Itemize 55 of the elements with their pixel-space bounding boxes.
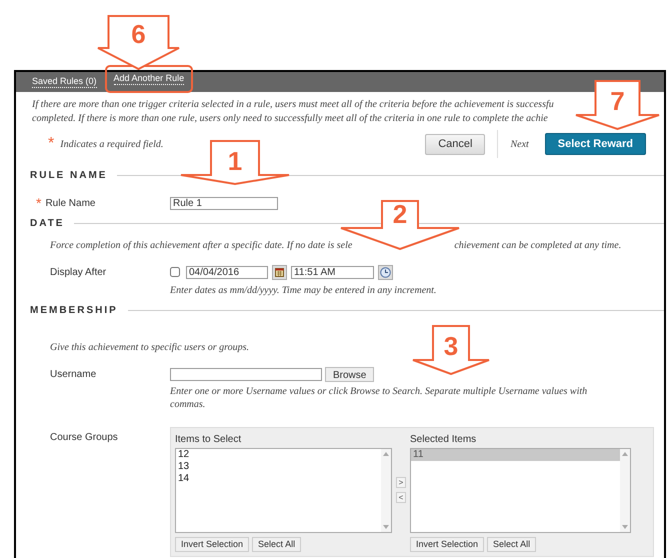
- scroll-down-icon[interactable]: [622, 524, 628, 528]
- field-label: Rule Name: [45, 196, 96, 211]
- list-title: Selected Items: [410, 432, 478, 446]
- rule-name-field[interactable]: Rule 1: [170, 197, 278, 210]
- instruction-text: If there are more than one trigger criteria selected in a rule, users must meet all of the criteria before the achievement is successfu: [32, 98, 554, 112]
- list-option[interactable]: 11: [411, 448, 620, 460]
- cancel-button[interactable]: Cancel: [425, 134, 486, 154]
- section-heading: MEMBERSHIP: [30, 304, 118, 318]
- clock-icon[interactable]: [378, 264, 393, 280]
- callout-number: 1: [228, 146, 242, 176]
- help-text: Force completion of this achievement after a specific date. If no date is sele: [50, 238, 352, 252]
- callout-number: 7: [610, 86, 625, 116]
- required-marker: *: [48, 136, 54, 152]
- list-option[interactable]: 12: [176, 448, 381, 460]
- list-button[interactable]: Select All: [252, 536, 302, 552]
- list-button[interactable]: Invert Selection: [410, 536, 484, 552]
- scrollbar[interactable]: [381, 448, 391, 532]
- section-heading: DATE: [30, 216, 64, 230]
- field-label: Course Groups: [50, 432, 118, 442]
- help-text: chievement can be completed at any time.: [454, 238, 622, 252]
- scroll-up-icon[interactable]: [622, 452, 628, 456]
- section-heading: RULE NAME: [30, 169, 108, 183]
- date-field[interactable]: 04/04/2016: [186, 266, 268, 278]
- listbox[interactable]: 11: [410, 448, 631, 532]
- username-field[interactable]: [170, 368, 322, 380]
- instruction-text: completed. If there is more than one rule, users only need to successfully meet all of the criteria in one rule to complete the achie: [32, 112, 548, 126]
- calendar-icon[interactable]: [272, 264, 287, 280]
- callout-number: 6: [131, 19, 146, 49]
- next-label: Next: [510, 138, 529, 152]
- required-marker: *: [36, 196, 42, 210]
- list-title: Items to Select: [175, 432, 242, 446]
- scroll-down-icon[interactable]: [383, 524, 389, 528]
- move-left-button[interactable]: <: [396, 492, 406, 503]
- help-text: Enter one or more Username values or click Browse to Search. Separate multiple Username values with commas.: [170, 384, 588, 410]
- field-label: Username: [50, 368, 96, 382]
- time-field[interactable]: 11:51 AM: [291, 266, 374, 278]
- list-button[interactable]: Invert Selection: [175, 536, 250, 552]
- select-reward-button[interactable]: Select Reward: [544, 133, 646, 155]
- list-option[interactable]: 13: [176, 460, 381, 472]
- callout-number: 3: [444, 331, 458, 361]
- scroll-up-icon[interactable]: [383, 452, 389, 456]
- scrollbar[interactable]: [620, 448, 630, 532]
- move-right-button[interactable]: >: [396, 477, 406, 488]
- callout-number: 2: [392, 200, 408, 229]
- listbox[interactable]: 12 13 14: [175, 448, 392, 532]
- list-option[interactable]: 14: [176, 472, 381, 484]
- list-button[interactable]: Select All: [487, 536, 536, 552]
- tab-link[interactable]: Saved Rules (0): [32, 76, 97, 88]
- field-label: Display After: [50, 266, 106, 280]
- tab-link[interactable]: Add Another Rule: [114, 72, 184, 84]
- checkbox[interactable]: [170, 267, 180, 277]
- browse-button[interactable]: Browse: [325, 366, 374, 382]
- required-note: Indicates a required field.: [60, 138, 164, 152]
- help-text: Give this achievement to specific users or groups.: [50, 340, 250, 354]
- help-text: Enter dates as mm/dd/yyyy. Time may be entered in any increment.: [170, 284, 438, 298]
